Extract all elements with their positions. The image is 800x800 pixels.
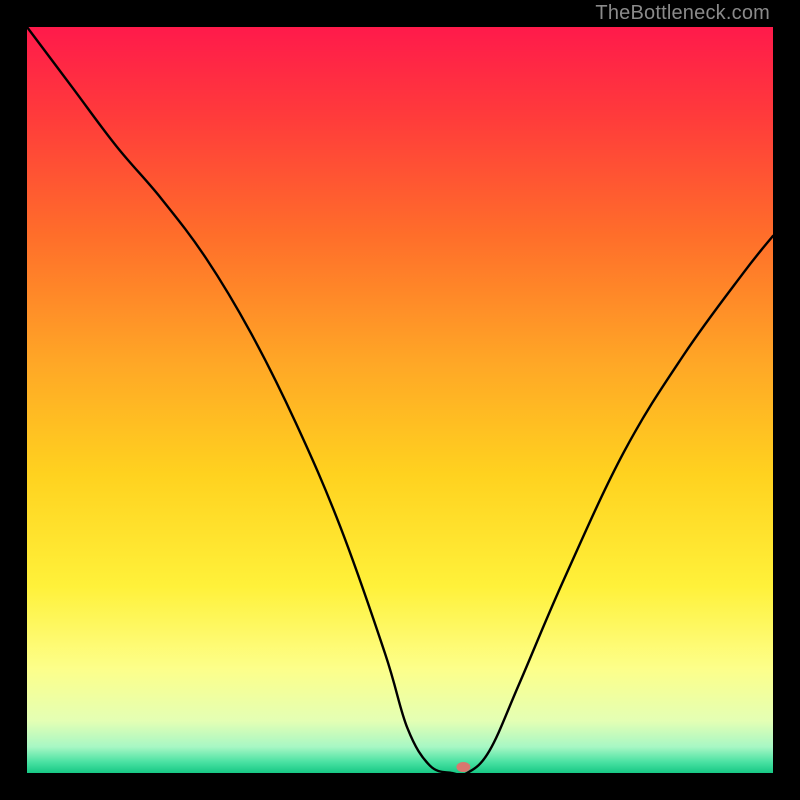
optimal-point-marker <box>456 762 470 772</box>
plot-area <box>27 27 773 773</box>
gradient-background <box>27 27 773 773</box>
bottleneck-chart <box>27 27 773 773</box>
watermark-text: TheBottleneck.com <box>595 2 770 25</box>
chart-frame: TheBottleneck.com <box>0 0 800 800</box>
